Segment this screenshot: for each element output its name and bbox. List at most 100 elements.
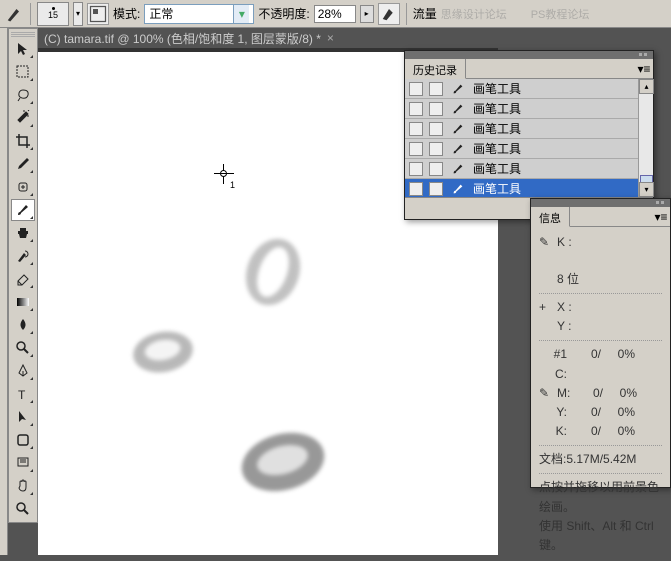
history-item-label: 画笔工具	[473, 100, 521, 117]
flow-label: 流量	[413, 5, 437, 22]
history-checkbox[interactable]	[429, 82, 443, 96]
history-checkbox[interactable]	[409, 102, 423, 116]
history-checkbox[interactable]	[429, 182, 443, 196]
blend-mode-value: 正常	[149, 5, 173, 22]
panel-menu-icon[interactable]: ▾≡	[635, 59, 653, 78]
brush-size-value: 15	[48, 10, 58, 20]
gradient-tool[interactable]	[11, 291, 35, 313]
brush-panel-toggle[interactable]	[87, 3, 109, 25]
brush-picker-arrow[interactable]: ▾	[73, 2, 83, 26]
doc-value: 5.17M/5.42M	[566, 452, 636, 466]
document-title: (C) tamara.tif @ 100% (色相/饱和度 1, 图层蒙版/8)…	[44, 30, 321, 47]
paint-stroke	[238, 232, 308, 312]
separator	[30, 3, 31, 25]
blur-tool[interactable]	[11, 314, 35, 336]
eyedropper-icon: ✎	[539, 384, 553, 403]
dodge-tool[interactable]	[11, 337, 35, 359]
panel-drag-grip[interactable]	[405, 51, 653, 59]
history-item-label: 画笔工具	[473, 160, 521, 177]
panel-drag-grip[interactable]	[531, 199, 670, 207]
history-checkbox[interactable]	[409, 182, 423, 196]
airbrush-toggle[interactable]	[378, 3, 400, 25]
opacity-input[interactable]: 28%	[314, 5, 356, 23]
history-item[interactable]: 画笔工具	[405, 99, 653, 119]
k-label: K :	[557, 233, 572, 252]
toolbox: T	[8, 28, 38, 523]
panel-tabs: 信息 ▾≡	[531, 207, 670, 227]
pen-tool[interactable]	[11, 360, 35, 382]
lasso-tool[interactable]	[11, 84, 35, 106]
brush-icon	[449, 82, 467, 96]
clone-stamp-tool[interactable]	[11, 222, 35, 244]
shape-tool[interactable]	[11, 429, 35, 451]
history-checkbox[interactable]	[429, 102, 443, 116]
type-tool[interactable]: T	[11, 383, 35, 405]
history-item-label: 画笔工具	[473, 80, 521, 97]
history-checkbox[interactable]	[429, 122, 443, 136]
history-checkbox[interactable]	[409, 162, 423, 176]
close-icon[interactable]: ×	[327, 31, 334, 45]
svg-text:T: T	[18, 388, 26, 402]
history-tab[interactable]: 历史记录	[405, 59, 466, 79]
dropdown-arrow-icon: ▾	[233, 5, 249, 23]
history-brush-tool[interactable]	[11, 245, 35, 267]
panel-tabs: 历史记录 ▾≡	[405, 59, 653, 79]
blend-mode-dropdown[interactable]: 正常 ▾	[144, 4, 254, 24]
history-item-label: 画笔工具	[473, 140, 521, 157]
brush-icon	[449, 182, 467, 196]
info-tab[interactable]: 信息	[531, 207, 570, 227]
zoom-tool[interactable]	[11, 498, 35, 520]
scroll-down-button[interactable]: ▾	[639, 182, 654, 197]
options-bar: 15 ▾ 模式: 正常 ▾ 不透明度: 28% ▸ 流量 思缘设计论坛 PS教程…	[0, 0, 671, 28]
tool-preset-icon[interactable]	[4, 4, 24, 24]
paint-stroke	[233, 422, 333, 502]
history-checkbox[interactable]	[409, 82, 423, 96]
document-tab[interactable]: (C) tamara.tif @ 100% (色相/饱和度 1, 图层蒙版/8)…	[38, 28, 340, 48]
hand-tool[interactable]	[11, 475, 35, 497]
history-item-label: 画笔工具	[473, 180, 521, 197]
opacity-label: 不透明度:	[258, 5, 309, 22]
x-label: X :	[557, 298, 572, 317]
history-item[interactable]: 画笔工具	[405, 159, 653, 179]
history-checkbox[interactable]	[429, 142, 443, 156]
opacity-arrow[interactable]: ▸	[360, 5, 374, 23]
eyedropper-tool[interactable]	[11, 153, 35, 175]
paint-stroke	[128, 322, 198, 382]
marquee-tool[interactable]	[11, 61, 35, 83]
path-selection-tool[interactable]	[11, 406, 35, 428]
history-item[interactable]: 画笔工具	[405, 139, 653, 159]
doc-label: 文档:	[539, 452, 566, 466]
history-item[interactable]: 画笔工具	[405, 179, 653, 197]
brush-tool[interactable]	[11, 199, 35, 221]
history-item[interactable]: 画笔工具	[405, 119, 653, 139]
history-checkbox[interactable]	[429, 162, 443, 176]
move-tool[interactable]	[11, 38, 35, 60]
crop-tool[interactable]	[11, 130, 35, 152]
eraser-tool[interactable]	[11, 268, 35, 290]
healing-brush-tool[interactable]	[11, 176, 35, 198]
brush-icon	[449, 142, 467, 156]
separator	[406, 3, 407, 25]
bit-depth: 8 位	[539, 270, 662, 289]
history-list: 画笔工具 画笔工具 画笔工具 画笔工具 画笔工具 画笔工具	[405, 79, 653, 197]
history-checkbox[interactable]	[409, 142, 423, 156]
history-item[interactable]: 画笔工具	[405, 79, 653, 99]
info-body: ✎K : 8 位 +X : Y : #1 C:0/0% ✎M:0/0% Y:0/…	[531, 227, 670, 561]
hint-text: 使用 Shift、Alt 和 Ctrl 键。	[539, 517, 662, 555]
history-panel: 历史记录 ▾≡ 画笔工具 画笔工具 画笔工具 画笔工具 画笔工具 画笔工具 ▴ …	[404, 50, 654, 220]
history-item-label: 画笔工具	[473, 120, 521, 137]
eyedropper-icon: ✎	[539, 233, 553, 252]
toolbox-grip[interactable]	[11, 31, 35, 37]
scroll-up-button[interactable]: ▴	[639, 79, 654, 94]
history-checkbox[interactable]	[409, 122, 423, 136]
cursor-label: 1	[230, 180, 235, 190]
magic-wand-tool[interactable]	[11, 107, 35, 129]
brush-icon	[449, 122, 467, 136]
scrollbar[interactable]: ▴ ▾	[638, 79, 653, 197]
panel-menu-icon[interactable]: ▾≡	[652, 207, 670, 226]
crosshair-icon: +	[539, 298, 553, 317]
notes-tool[interactable]	[11, 452, 35, 474]
watermark-text: PS教程论坛	[531, 6, 590, 22]
brush-preview[interactable]: 15	[37, 2, 69, 26]
brush-icon	[449, 102, 467, 116]
